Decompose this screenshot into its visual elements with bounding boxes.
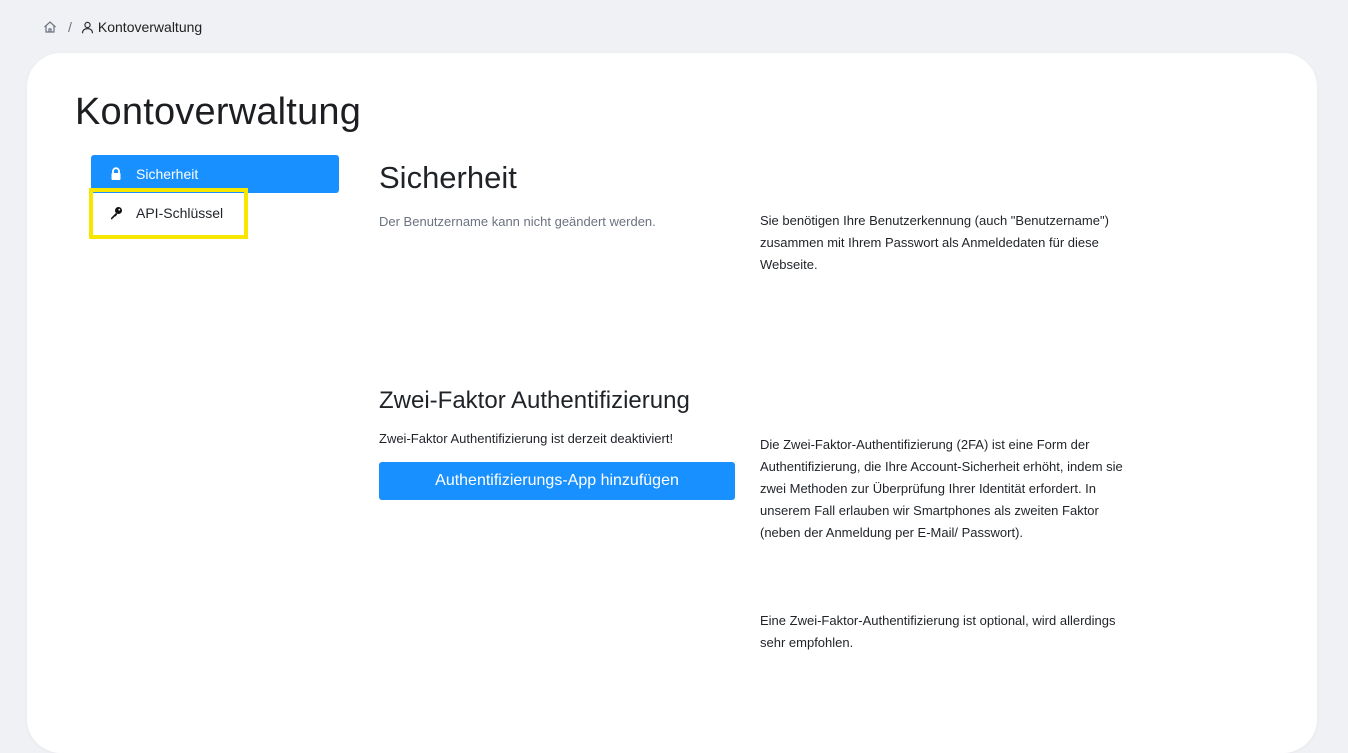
two-factor-status: Zwei-Faktor Authentifizierung ist derzei… — [379, 431, 674, 446]
breadcrumb: / Kontoverwaltung — [43, 18, 202, 36]
sidebar-item-label: Sicherheit — [136, 166, 199, 182]
two-factor-recommendation: Eine Zwei-Faktor-Authentifizierung ist o… — [760, 613, 1116, 650]
two-factor-description: Die Zwei-Faktor-Authentifizierung (2FA) … — [760, 437, 1123, 540]
account-card: Kontoverwaltung Sicherheit API-Schlüssel… — [27, 53, 1317, 753]
sidebar-item-api-keys[interactable]: API-Schlüssel — [91, 194, 339, 232]
username-note: Der Benutzername kann nicht geändert wer… — [379, 214, 656, 229]
sidebar-item-security[interactable]: Sicherheit — [91, 155, 339, 193]
sidebar-item-label: API-Schlüssel — [136, 205, 224, 221]
key-icon — [109, 206, 123, 220]
home-icon[interactable] — [43, 20, 57, 34]
section-title-security: Sicherheit — [379, 160, 517, 195]
breadcrumb-current[interactable]: Kontoverwaltung — [98, 19, 202, 35]
breadcrumb-separator: / — [68, 19, 72, 35]
security-description: Sie benötigen Ihre Benutzerkennung (auch… — [760, 213, 1109, 272]
user-icon — [81, 21, 94, 34]
add-authenticator-app-button[interactable]: Authentifizierungs-App hinzufügen — [379, 462, 735, 500]
page-title: Kontoverwaltung — [75, 91, 362, 133]
section-title-two-factor: Zwei-Faktor Authentifizierung — [379, 387, 690, 414]
lock-icon — [109, 167, 123, 181]
